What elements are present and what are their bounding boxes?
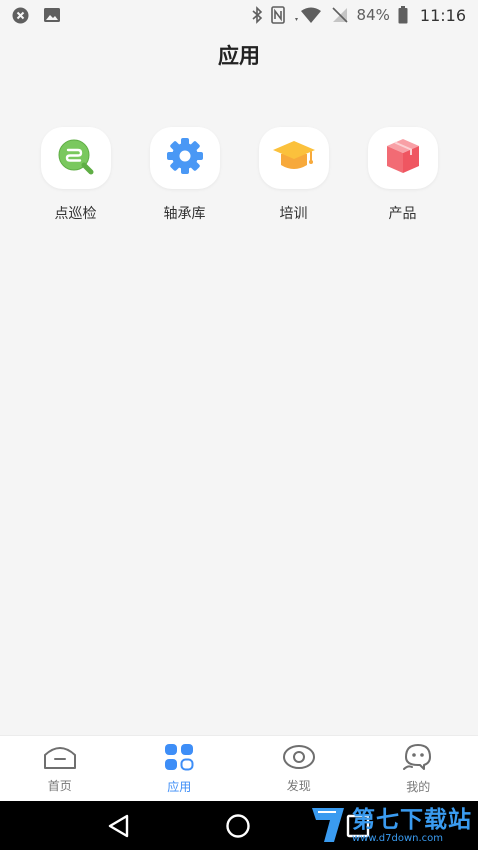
tab-label: 发现 xyxy=(286,778,311,793)
app-training[interactable]: 培训 xyxy=(239,127,348,223)
bottom-tab-bar: 首页 应用 发现 我的 xyxy=(0,735,478,801)
nfc-icon xyxy=(270,6,285,24)
tab-label: 应用 xyxy=(167,779,192,794)
app-icon-container xyxy=(40,127,111,189)
close-notification-icon xyxy=(12,7,29,24)
watermark-url: www.d7down.com xyxy=(352,833,444,844)
watermark-logo-icon xyxy=(310,804,348,848)
app-label: 培训 xyxy=(279,206,308,222)
tab-mine[interactable]: 我的 xyxy=(359,736,478,801)
graduation-cap-icon xyxy=(271,137,317,179)
no-sim-signal-icon xyxy=(331,6,349,24)
gear-icon xyxy=(165,136,205,180)
app-products[interactable]: 产品 xyxy=(348,127,457,223)
app-bearing-library[interactable]: 轴承库 xyxy=(130,127,239,223)
cube-icon xyxy=(382,136,424,180)
tab-home[interactable]: 首页 xyxy=(0,736,120,801)
bluetooth-icon xyxy=(251,6,263,24)
app-inspection[interactable]: 点巡检 xyxy=(21,127,130,223)
app-icon-container xyxy=(149,127,220,189)
app-label: 轴承库 xyxy=(163,206,206,222)
battery-percentage: 84% xyxy=(356,6,390,24)
battery-icon xyxy=(398,6,408,24)
apps-grid: 点巡检 轴承库 培训 产品 xyxy=(0,127,478,223)
app-label: 产品 xyxy=(388,206,417,222)
watermark-title: 第七下载站 xyxy=(352,807,472,833)
tab-label: 首页 xyxy=(47,778,72,793)
page-title: 应用 xyxy=(218,44,260,68)
wifi-icon xyxy=(293,6,323,24)
app-icon-container xyxy=(258,127,329,189)
home-icon xyxy=(43,744,77,774)
status-time: 11:16 xyxy=(419,5,466,25)
eye-icon xyxy=(282,744,316,774)
watermark: 第七下载站 www.d7down.com xyxy=(310,802,472,850)
status-bar: 84% 11:16 xyxy=(0,0,478,30)
tab-discover[interactable]: 发现 xyxy=(239,736,359,801)
tab-label: 我的 xyxy=(406,779,431,794)
tab-apps[interactable]: 应用 xyxy=(120,736,240,801)
app-label: 点巡检 xyxy=(54,206,97,222)
apps-grid-icon xyxy=(164,743,194,775)
app-icon-container xyxy=(367,127,438,189)
image-notification-icon xyxy=(43,7,61,23)
profile-face-icon xyxy=(402,743,434,775)
home-circle-icon[interactable] xyxy=(225,813,251,839)
inspection-search-icon xyxy=(56,137,96,179)
back-icon[interactable] xyxy=(106,813,132,839)
